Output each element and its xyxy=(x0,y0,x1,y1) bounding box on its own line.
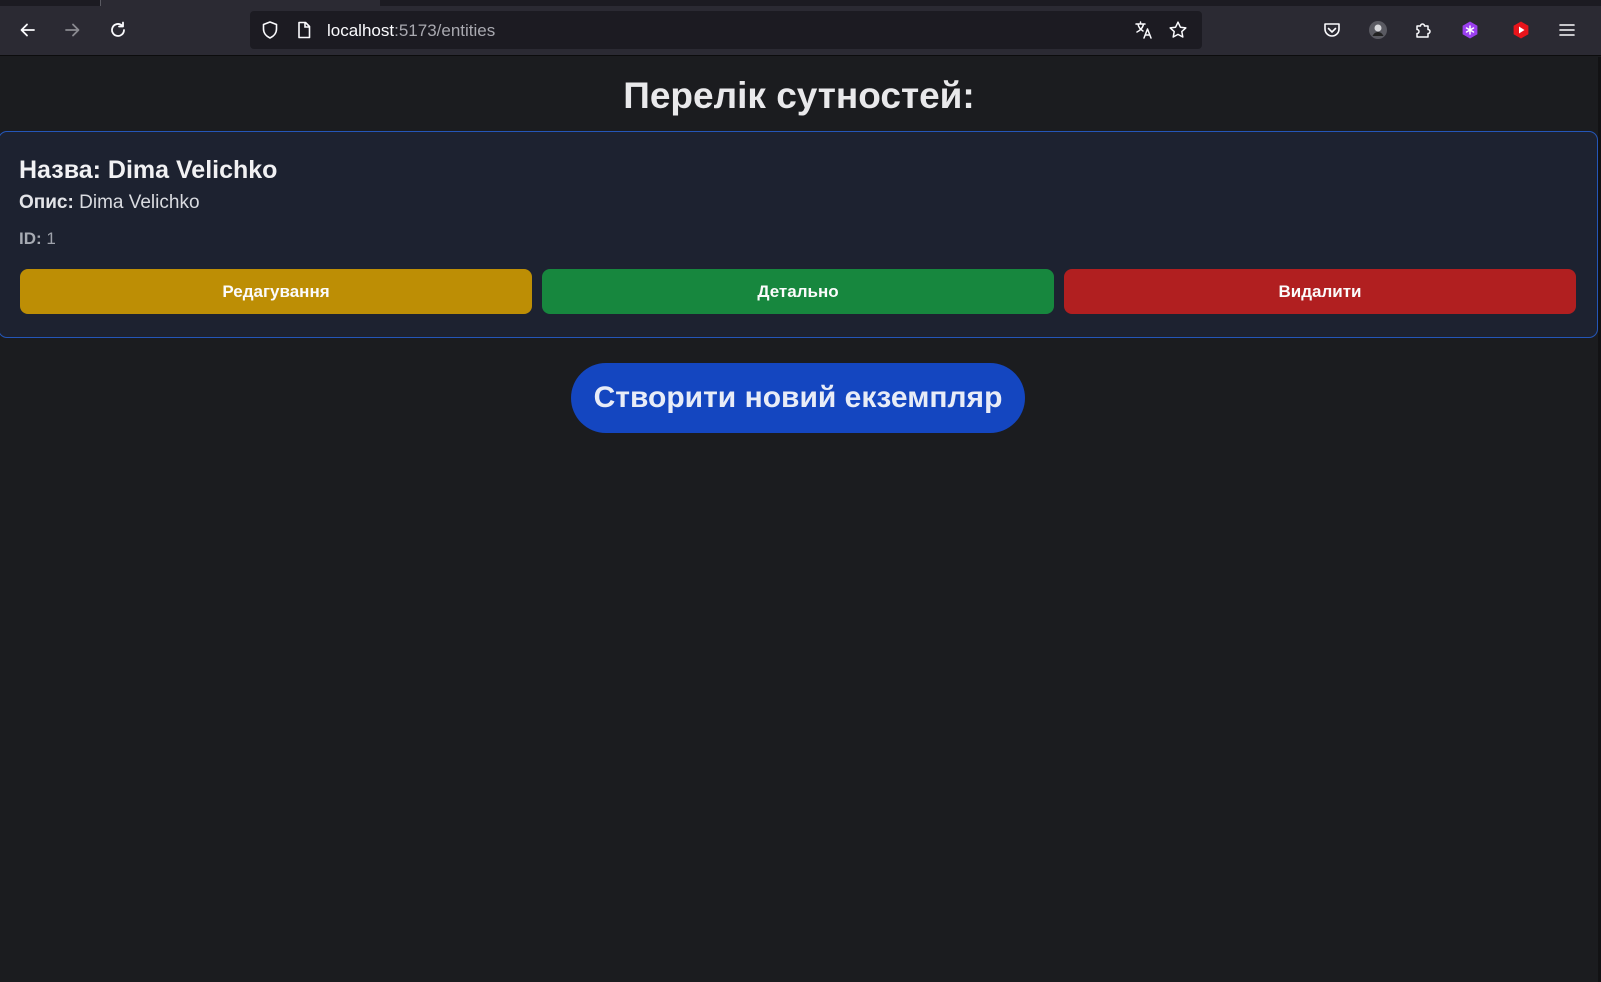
translate-icon[interactable] xyxy=(1134,20,1154,40)
url-bar[interactable]: localhost:5173/entities xyxy=(250,11,1202,49)
entity-description-label: Опис: xyxy=(19,192,74,213)
reload-icon[interactable] xyxy=(102,14,134,46)
page-icon[interactable] xyxy=(294,20,314,40)
entity-id: ID: 1 xyxy=(19,229,56,249)
url-path: :5173/entities xyxy=(394,21,496,40)
url-host: localhost xyxy=(327,21,395,40)
entity-card: Назва: Dima Velichko Опис: Dima Velichko… xyxy=(0,131,1598,338)
entity-id-label: ID: xyxy=(19,229,42,248)
page-content: Перелік сутностей: Назва: Dima Velichko … xyxy=(0,57,1601,982)
create-new-button[interactable]: Створити новий екземпляр xyxy=(571,363,1025,433)
puzzle-icon[interactable] xyxy=(1407,14,1439,46)
edit-button[interactable]: Редагування xyxy=(20,269,532,314)
entity-name: Назва: Dima Velichko xyxy=(19,156,277,185)
entity-description: Опис: Dima Velichko xyxy=(19,192,200,214)
avatar-icon[interactable] xyxy=(1362,14,1394,46)
arrow-left-icon[interactable] xyxy=(12,14,44,46)
arrow-right-icon[interactable] xyxy=(56,14,88,46)
delete-button[interactable]: Видалити xyxy=(1064,269,1576,314)
entity-description-value: Dima Velichko xyxy=(79,192,200,213)
entity-name-value: Dima Velichko xyxy=(107,156,278,184)
youtube-extension-icon[interactable] xyxy=(1505,14,1537,46)
browser-toolbar: localhost:5173/entities xyxy=(0,6,1601,56)
page-title: Перелік сутностей: xyxy=(623,75,975,116)
entity-id-value: 1 xyxy=(46,229,56,248)
purple-extension-icon[interactable] xyxy=(1454,14,1486,46)
pocket-icon[interactable] xyxy=(1316,14,1348,46)
hamburger-menu-icon[interactable] xyxy=(1551,14,1583,46)
star-icon[interactable] xyxy=(1168,20,1188,40)
entity-name-label: Назва: xyxy=(19,156,101,184)
details-button[interactable]: Детально xyxy=(542,269,1054,314)
shield-icon[interactable] xyxy=(260,20,280,40)
url-text[interactable]: localhost:5173/entities xyxy=(327,21,495,41)
